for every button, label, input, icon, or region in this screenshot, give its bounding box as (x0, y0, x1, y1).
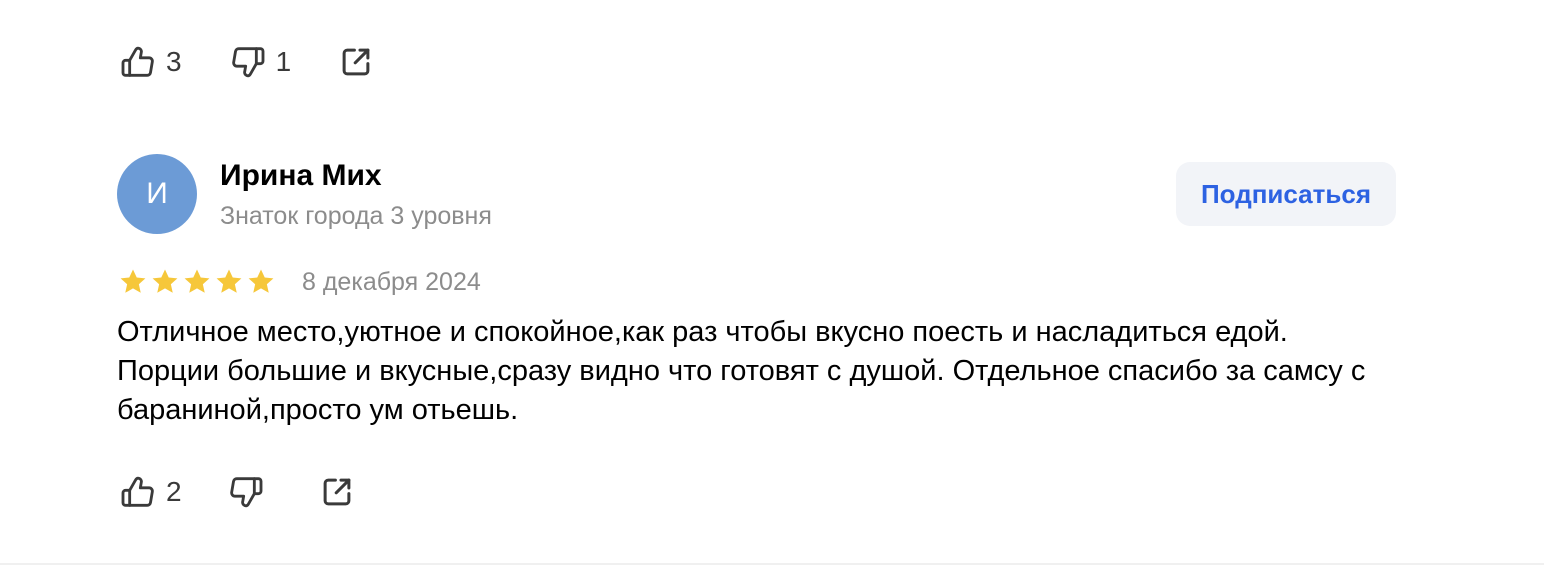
thumbs-up-icon (118, 472, 158, 512)
share-button[interactable] (318, 473, 356, 511)
dislike-button[interactable]: 1 (228, 42, 292, 82)
star-icon (181, 266, 213, 298)
star-rating (117, 266, 277, 298)
like-button[interactable]: 2 (118, 472, 182, 512)
star-icon (149, 266, 181, 298)
avatar[interactable]: И (117, 154, 197, 234)
like-count: 2 (166, 476, 182, 507)
avatar-initial: И (146, 177, 168, 210)
share-external-icon (337, 43, 375, 81)
share-external-icon (318, 473, 356, 511)
reviews-list: 3 1 И Ирина Мих Знаток города 3 уровня П… (0, 0, 1544, 566)
thumbs-down-icon (228, 42, 268, 82)
rating-row: 8 декабря 2024 (117, 265, 481, 299)
review-text: Отличное место,уютное и спокойное,как ра… (117, 316, 1366, 426)
star-icon (213, 266, 245, 298)
divider (0, 563, 1544, 565)
author-name[interactable]: Ирина Мих (220, 158, 382, 194)
dislike-count: 1 (275, 46, 292, 77)
like-count: 3 (166, 46, 182, 77)
review-actions: 2 (118, 472, 356, 512)
author-level: Знаток города 3 уровня (220, 202, 492, 230)
subscribe-button[interactable]: Подписаться (1176, 162, 1396, 226)
star-icon (245, 266, 277, 298)
review-date: 8 декабря 2024 (302, 268, 481, 296)
thumbs-up-icon (118, 42, 158, 82)
like-button[interactable]: 3 (118, 42, 182, 82)
prev-review-actions: 3 1 (118, 42, 375, 82)
star-icon (117, 266, 149, 298)
share-button[interactable] (337, 43, 375, 81)
thumbs-down-icon (226, 472, 266, 512)
dislike-button[interactable] (226, 472, 266, 512)
